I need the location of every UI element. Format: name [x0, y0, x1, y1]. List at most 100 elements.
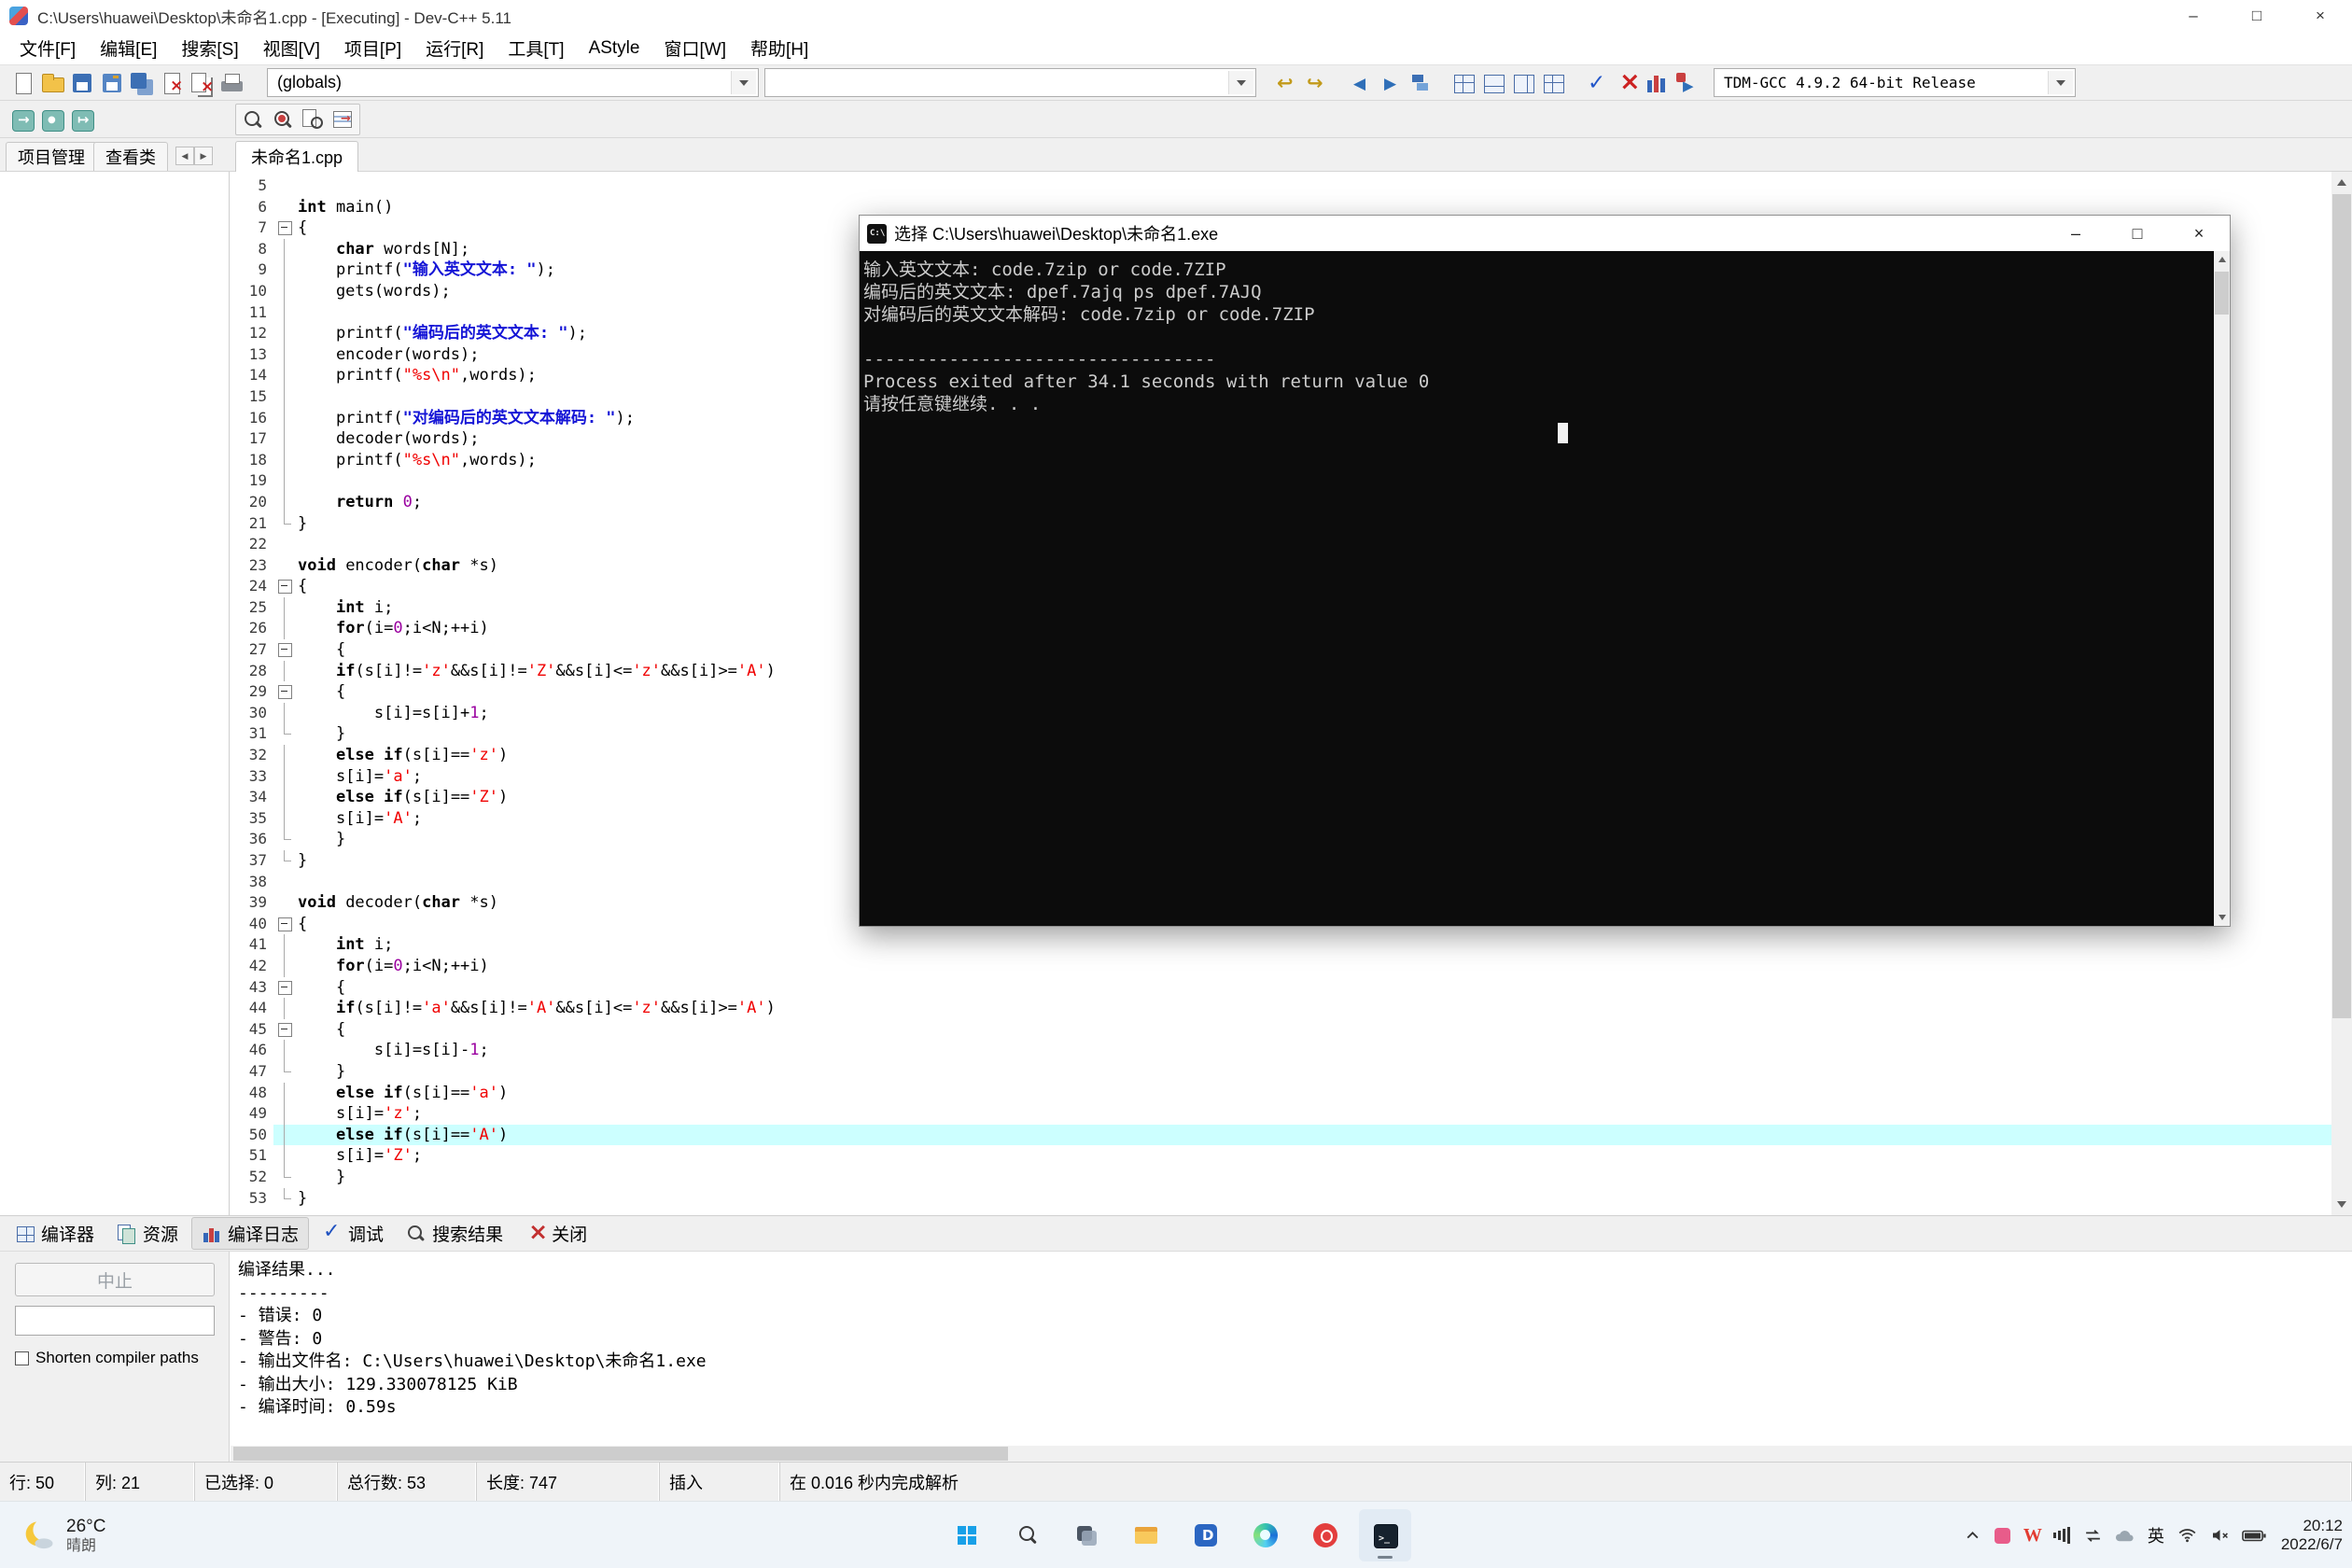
- flags-icon[interactable]: [1406, 69, 1435, 97]
- view-report-icon[interactable]: [1478, 69, 1508, 97]
- code-line[interactable]: 52 }: [231, 1166, 2331, 1188]
- save-icon[interactable]: [67, 69, 97, 97]
- code-line[interactable]: 50 else if(s[i]=='A'): [231, 1124, 2331, 1146]
- fold-marker-icon[interactable]: [273, 681, 298, 703]
- redo-icon[interactable]: [1301, 69, 1331, 97]
- fold-marker-icon[interactable]: [273, 217, 298, 239]
- editor-tab[interactable]: 未命名1.cpp: [235, 141, 359, 172]
- editor-vertical-scrollbar[interactable]: [2331, 172, 2352, 1215]
- console-title-bar[interactable]: 选择 C:\Users\huawei\Desktop\未命名1.exe – □ …: [860, 216, 2230, 251]
- pink-app-icon[interactable]: [1994, 1517, 2012, 1554]
- new-file-icon[interactable]: [7, 69, 37, 97]
- menu-item-5[interactable]: 运行[R]: [413, 35, 496, 61]
- view-toolbars-icon[interactable]: [1538, 69, 1568, 97]
- dock-tab-compiler[interactable]: 编译器: [7, 1218, 104, 1249]
- goto-bookmark-icon[interactable]: [67, 105, 97, 133]
- goto-line-icon[interactable]: [328, 105, 357, 133]
- menu-item-4[interactable]: 项目[P]: [332, 35, 413, 61]
- profile-icon[interactable]: [1641, 68, 1671, 97]
- fold-marker-icon[interactable]: [273, 1019, 298, 1041]
- find-icon[interactable]: [238, 105, 268, 133]
- save-all-icon[interactable]: [127, 69, 157, 97]
- scroll-up-icon[interactable]: [2214, 251, 2230, 267]
- chevron-down-icon[interactable]: [1228, 71, 1253, 94]
- globals-combo[interactable]: (globals): [267, 68, 759, 97]
- dock-tab-debug[interactable]: 调试: [313, 1218, 393, 1249]
- tab-scroll-left-icon[interactable]: ◀: [175, 147, 194, 165]
- menu-item-1[interactable]: 编辑[E]: [88, 35, 169, 61]
- scroll-down-icon[interactable]: [2331, 1195, 2352, 1215]
- menu-item-9[interactable]: 帮助[H]: [738, 35, 820, 61]
- dock-tab-close-panel[interactable]: 关闭: [516, 1218, 596, 1249]
- console-output[interactable]: 输入英文文本: code.7zip or code.7ZIP 编码后的英文文本: …: [860, 251, 2230, 926]
- shorten-paths-option[interactable]: Shorten compiler paths: [15, 1349, 214, 1367]
- fold-marker-icon[interactable]: [273, 639, 298, 661]
- menu-item-0[interactable]: 文件[F]: [7, 35, 88, 61]
- battery-icon[interactable]: [2242, 1517, 2266, 1554]
- dev-cpp-button[interactable]: [1180, 1509, 1232, 1561]
- sidebar-tab-project[interactable]: 项目管理: [6, 142, 97, 171]
- console-maximize-button[interactable]: □: [2107, 216, 2168, 251]
- compile-icon[interactable]: [1581, 69, 1611, 97]
- minimize-button[interactable]: –: [2162, 0, 2225, 32]
- code-line[interactable]: 44 if(s[i]!='a'&&s[i]!='A'&&s[i]<='z'&&s…: [231, 998, 2331, 1019]
- console-window[interactable]: 选择 C:\Users\huawei\Desktop\未命名1.exe – □ …: [859, 215, 2231, 927]
- close-icon[interactable]: [157, 69, 187, 97]
- fold-marker-icon[interactable]: [273, 977, 298, 999]
- compile-run-icon[interactable]: [1671, 69, 1701, 97]
- insert-icon[interactable]: [7, 105, 37, 133]
- start-button[interactable]: [941, 1509, 993, 1561]
- abort-button[interactable]: 中止: [15, 1263, 215, 1296]
- code-line[interactable]: 49 s[i]='z';: [231, 1103, 2331, 1125]
- view-project-icon[interactable]: [1449, 69, 1478, 97]
- code-line[interactable]: 47 }: [231, 1060, 2331, 1083]
- code-line[interactable]: 42 for(i=0;i<N;++i): [231, 955, 2331, 977]
- undo-icon[interactable]: [1271, 69, 1301, 97]
- file-explorer-button[interactable]: [1120, 1509, 1172, 1561]
- fold-marker-icon[interactable]: [273, 914, 298, 935]
- console-close-button[interactable]: ×: [2168, 216, 2230, 251]
- task-view-button[interactable]: [1060, 1509, 1113, 1561]
- open-icon[interactable]: [37, 69, 67, 97]
- code-line[interactable]: 45 {: [231, 1019, 2331, 1041]
- signal-icon[interactable]: [2052, 1517, 2072, 1554]
- fold-marker-icon[interactable]: [273, 576, 298, 597]
- code-line[interactable]: 5: [231, 175, 2331, 197]
- find-in-files-icon[interactable]: [298, 105, 328, 133]
- log-horizontal-scrollbar[interactable]: [231, 1446, 2352, 1462]
- code-line[interactable]: 41 int i;: [231, 934, 2331, 956]
- compiler-combo[interactable]: TDM-GCC 4.9.2 64-bit Release: [1714, 68, 2076, 97]
- chevron-down-icon[interactable]: [2048, 71, 2073, 94]
- dock-tab-search-results[interactable]: 搜索结果: [397, 1218, 512, 1249]
- project-panel[interactable]: [0, 172, 230, 1215]
- tab-scroll-right-icon[interactable]: ▶: [194, 147, 213, 165]
- compile-log[interactable]: 编译结果... --------- - 错误: 0 - 警告: 0- 输出文件名: C…: [231, 1252, 2352, 1446]
- view-statusbar-icon[interactable]: [1508, 69, 1538, 97]
- scrollbar-thumb[interactable]: [233, 1447, 1008, 1461]
- menu-item-6[interactable]: 工具[T]: [496, 35, 576, 61]
- scroll-up-icon[interactable]: [2331, 172, 2352, 192]
- title-bar[interactable]: C:\Users\huawei\Desktop\未命名1.cpp - [Exec…: [0, 0, 2352, 32]
- chevron-up-icon[interactable]: [1964, 1517, 1982, 1554]
- search-button[interactable]: [1001, 1509, 1053, 1561]
- console-minimize-button[interactable]: –: [2045, 216, 2107, 251]
- scroll-down-icon[interactable]: [2214, 910, 2230, 926]
- menu-item-8[interactable]: 窗口[W]: [651, 35, 738, 61]
- dock-tab-compile-log[interactable]: 编译日志: [191, 1217, 310, 1250]
- console-scrollbar[interactable]: [2214, 251, 2230, 926]
- wifi-icon[interactable]: [2177, 1517, 2198, 1554]
- code-line[interactable]: 51 s[i]='Z';: [231, 1145, 2331, 1167]
- print-icon[interactable]: [217, 69, 246, 97]
- chevron-down-icon[interactable]: [731, 71, 756, 94]
- toggle-bookmark-icon[interactable]: [37, 105, 67, 133]
- wps-icon[interactable]: W: [2023, 1517, 2042, 1554]
- menu-item-7[interactable]: AStyle: [577, 38, 652, 59]
- volume-mute-icon[interactable]: [2209, 1517, 2231, 1554]
- maximize-button[interactable]: □: [2225, 0, 2289, 32]
- code-line[interactable]: 53}: [231, 1187, 2331, 1210]
- taskbar-clock[interactable]: 20:12 2022/6/7: [2281, 1517, 2343, 1554]
- code-line[interactable]: 48 else if(s[i]=='a'): [231, 1082, 2331, 1104]
- music-button[interactable]: [1299, 1509, 1351, 1561]
- dock-tab-resources[interactable]: 资源: [107, 1218, 188, 1249]
- goto-back-icon[interactable]: [1346, 69, 1376, 97]
